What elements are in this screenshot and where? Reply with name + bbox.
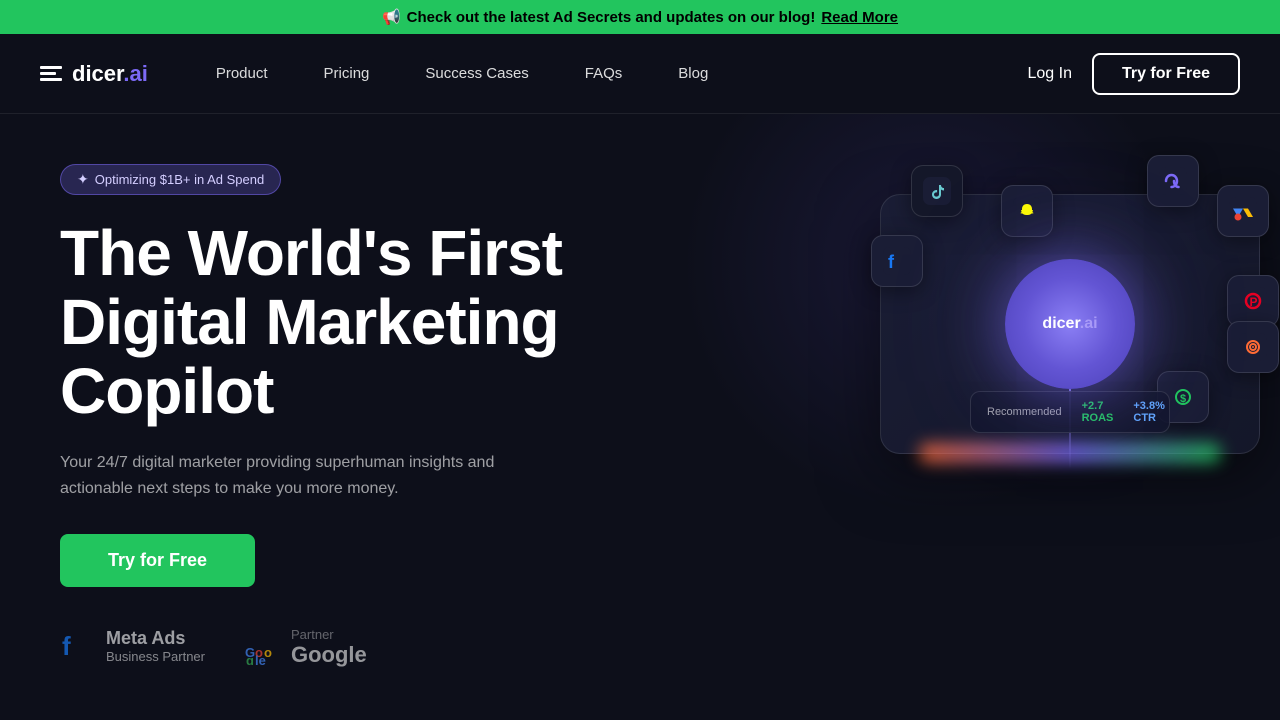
hero-try-button[interactable]: Try for Free <box>60 534 255 587</box>
stat-roas: +2.7 ROAS <box>1082 400 1114 424</box>
badge-icon: ✦ <box>77 171 89 188</box>
dicer-center-circle: dicer.ai <box>1005 259 1135 389</box>
svg-text:f: f <box>62 631 71 661</box>
loop-icon <box>1147 155 1199 207</box>
target-icon <box>1227 321 1279 373</box>
svg-text:g: g <box>246 653 254 665</box>
google-partner-name: Google <box>291 642 367 668</box>
announcement-icon: 📢 <box>382 8 401 26</box>
google-ads-icon <box>1217 185 1269 237</box>
announcement-text: Check out the latest Ad Secrets and upda… <box>407 9 816 26</box>
tiktok-icon <box>911 165 963 217</box>
svg-text:le: le <box>255 653 266 665</box>
hero-subtitle: Your 24/7 digital marketer providing sup… <box>60 450 520 501</box>
snapchat-icon <box>1001 185 1053 237</box>
logo[interactable]: dicer.ai <box>40 61 148 87</box>
nav-product[interactable]: Product <box>188 65 296 82</box>
svg-text:f: f <box>888 252 895 272</box>
recommended-label: Recommended <box>987 406 1062 418</box>
google-icon: G o o g le <box>245 629 281 665</box>
nav-faqs[interactable]: FAQs <box>557 65 651 82</box>
hero-badge: ✦ Optimizing $1B+ in Ad Spend <box>60 164 281 195</box>
nav-actions: Log In Try for Free <box>1027 53 1240 95</box>
hero-section: ✦ Optimizing $1B+ in Ad Spend The World'… <box>0 114 1280 714</box>
hero-title: The World's First Digital Marketing Copi… <box>60 219 640 426</box>
navbar: dicer.ai Product Pricing Success Cases F… <box>0 34 1280 114</box>
logo-text: dicer.ai <box>72 61 148 87</box>
hero-content: ✦ Optimizing $1B+ in Ad Spend The World'… <box>60 154 640 668</box>
announcement-banner: 📢 Check out the latest Ad Secrets and up… <box>0 0 1280 34</box>
platform-card: f <box>880 194 1260 454</box>
pinterest-icon: P <box>1227 275 1279 327</box>
svg-text:P: P <box>1250 295 1258 309</box>
stat-ctr: +3.8% CTR <box>1133 400 1165 424</box>
announcement-link[interactable]: Read More <box>821 9 898 26</box>
partners-section: f Meta Ads Business Partner G o o g le P… <box>60 627 640 669</box>
meta-partner-name: Meta Ads <box>106 628 205 649</box>
meta-ads-icon: f <box>871 235 923 287</box>
logo-icon <box>40 66 62 81</box>
nav-pricing[interactable]: Pricing <box>296 65 398 82</box>
center-circle-text: dicer.ai <box>1042 315 1097 333</box>
login-button[interactable]: Log In <box>1027 65 1071 83</box>
nav-links: Product Pricing Success Cases FAQs Blog <box>188 65 1028 82</box>
nav-try-button[interactable]: Try for Free <box>1092 53 1240 95</box>
recommended-card: Recommended +2.7 ROAS +3.8% CTR <box>970 391 1170 433</box>
meta-icon: f <box>60 629 96 665</box>
nav-blog[interactable]: Blog <box>650 65 736 82</box>
google-partner: G o o g le Partner Google <box>245 627 367 669</box>
meta-partner: f Meta Ads Business Partner <box>60 628 205 666</box>
google-partner-sub: Partner <box>291 627 367 643</box>
hero-visual: f <box>600 114 1280 714</box>
meta-partner-sub: Business Partner <box>106 649 205 666</box>
nav-success-cases[interactable]: Success Cases <box>397 65 556 82</box>
svg-text:$: $ <box>1180 393 1186 405</box>
badge-text: Optimizing $1B+ in Ad Spend <box>95 172 264 187</box>
